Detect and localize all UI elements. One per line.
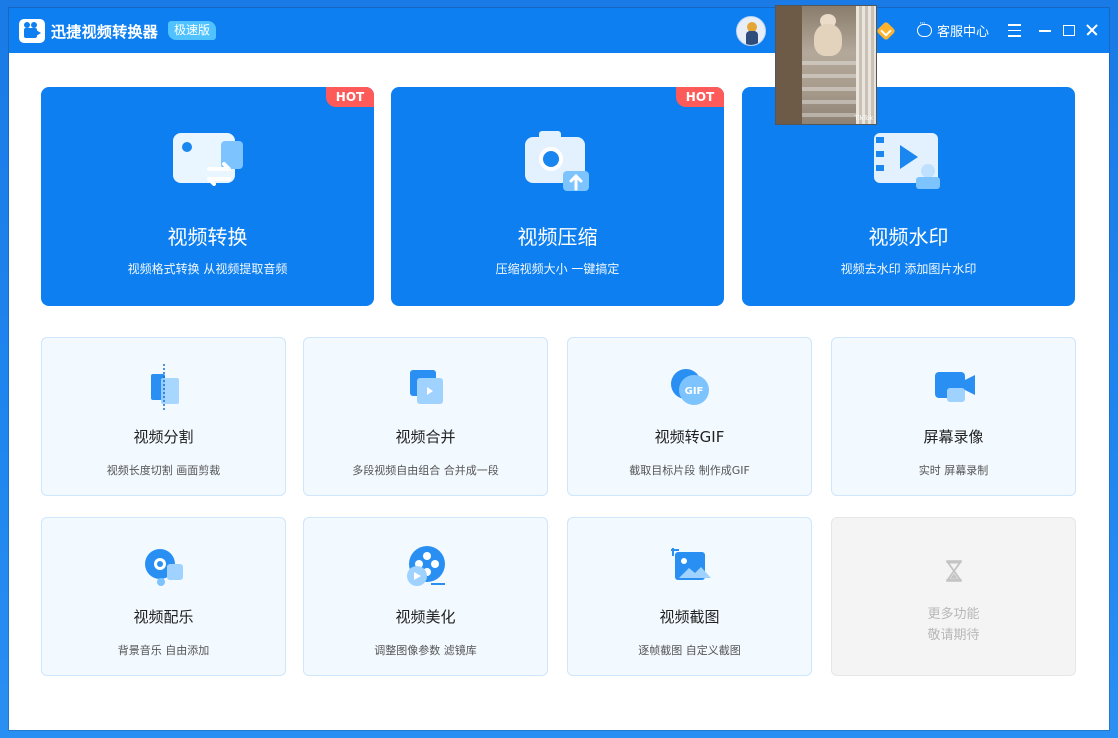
feature-desc: 视频格式转换 从视频提取音频 [127,262,288,276]
more-features-line2: 敬请期待 [927,628,980,643]
service-label: 客服中心 [937,25,990,40]
tool-title: 视频美化 [395,608,456,626]
vip-icon[interactable] [876,21,896,41]
tool-card-video-screenshot[interactable]: 视频截图 逐帧截图 自定义截图 [567,517,812,676]
tool-title: 视频转GIF [654,428,725,446]
screen-record-icon [935,372,975,402]
video-split-icon [151,364,179,410]
customer-service-button[interactable]: 客服中心 [917,19,990,40]
tool-title: 视频分割 [133,428,194,446]
video-compress-icon [525,131,589,191]
video-watermark-tag: TikTok [854,115,873,122]
feature-card-video-convert[interactable]: HOT 视频转换 视频格式转换 从视频提取音频 [41,87,374,306]
feature-desc: 视频去水印 添加图片水印 [840,262,977,276]
feature-title: 视频压缩 [517,225,598,249]
app-title: 迅捷视频转换器 [51,23,159,41]
tool-desc: 截取目标片段 制作成GIF [629,464,750,477]
tool-desc: 背景音乐 自由添加 [117,644,210,657]
tool-desc: 逐帧截图 自定义截图 [638,644,741,657]
tool-card-screen-record[interactable]: 屏幕录像 实时 屏幕录制 [831,337,1076,496]
tool-desc: 调整图像参数 滤镜库 [374,644,477,657]
video-music-icon [145,549,183,586]
tool-card-video-split[interactable]: 视频分割 视频长度切割 画面剪裁 [41,337,286,496]
menu-icon[interactable] [1004,20,1024,40]
title-bar: 迅捷视频转换器 极速版 TikTok 客服中心 [9,5,1109,125]
app-window: 迅捷视频转换器 极速版 TikTok 客服中心 HOT [9,5,1109,730]
more-features-card: 更多功能 敬请期待 [831,517,1076,676]
hot-badge: HOT [326,87,374,107]
video-convert-icon [173,133,243,186]
tool-title: 视频合并 [395,428,456,446]
floating-video-preview[interactable]: TikTok [775,5,877,125]
tool-desc: 实时 屏幕录制 [918,464,989,477]
minimize-icon[interactable] [1035,20,1055,40]
video-beautify-icon [407,546,445,586]
chat-bubble-icon [917,19,932,37]
video-watermark-icon [874,133,940,189]
more-features-line1: 更多功能 [927,607,980,622]
tool-card-video-to-gif[interactable]: GIF 视频转GIF 截取目标片段 制作成GIF [567,337,812,496]
feature-desc: 压缩视频大小 一键搞定 [495,262,620,276]
app-logo-icon [19,19,45,43]
hot-badge: HOT [676,87,724,107]
hourglass-icon [946,560,962,582]
edition-badge: 极速版 [168,21,217,40]
tool-title: 视频配乐 [133,608,194,626]
tool-title: 视频截图 [659,608,720,626]
user-avatar[interactable] [736,16,766,46]
tool-desc: 多段视频自由组合 合并成一段 [352,464,499,477]
feature-title: 视频转换 [167,225,248,249]
tool-title: 屏幕录像 [923,428,984,446]
tool-card-video-music[interactable]: 视频配乐 背景音乐 自由添加 [41,517,286,676]
tool-card-video-merge[interactable]: 视频合并 多段视频自由组合 合并成一段 [303,337,548,496]
video-merge-icon [410,370,443,404]
video-screenshot-icon [671,548,711,580]
feature-title: 视频水印 [868,225,949,249]
close-icon[interactable] [1082,20,1102,40]
video-to-gif-icon: GIF [671,369,709,405]
svg-text:GIF: GIF [685,386,704,397]
maximize-icon[interactable] [1058,20,1078,40]
tool-desc: 视频长度切割 画面剪裁 [106,464,221,477]
feature-card-video-compress[interactable]: HOT 视频压缩 压缩视频大小 一键搞定 [391,87,724,306]
tool-card-video-beautify[interactable]: 视频美化 调整图像参数 滤镜库 [303,517,548,676]
